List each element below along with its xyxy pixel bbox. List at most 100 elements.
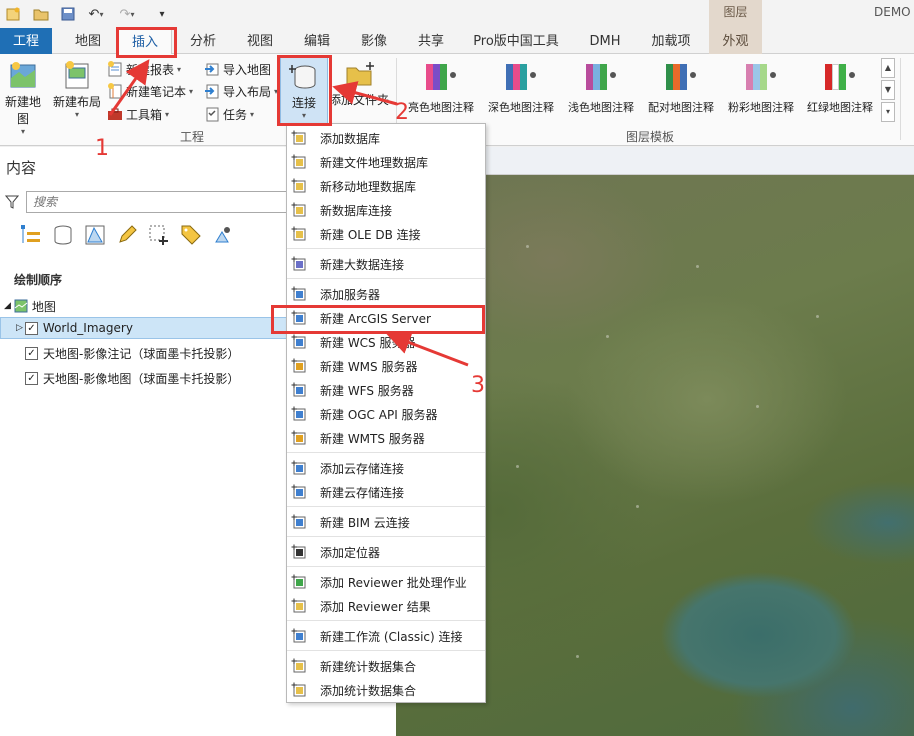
menu-item[interactable]: 新建 WFS 服务器 xyxy=(287,378,485,402)
template-color-swatch xyxy=(760,64,767,90)
menu-item[interactable]: 添加云存储连接 xyxy=(287,456,485,480)
tab-appearance[interactable]: 外观 xyxy=(709,28,762,54)
expand-arrow-icon[interactable]: ▷ xyxy=(16,323,23,333)
menu-item-label: 新建 WMS 服务器 xyxy=(320,359,418,374)
list-by-source-icon[interactable] xyxy=(52,224,74,246)
layer-template-label: 粉彩地图注释 xyxy=(728,101,794,114)
menu-item-label: 新移动地理数据库 xyxy=(320,179,417,194)
menu-item[interactable]: 新建 WMTS 服务器 xyxy=(287,426,485,450)
list-by-labeling-icon[interactable] xyxy=(180,224,202,246)
layer-template-item[interactable]: 粉彩地图注释 xyxy=(721,60,801,120)
gallery-scroll-up-button[interactable]: ▲ xyxy=(881,58,895,78)
template-swatch-icon xyxy=(481,60,561,93)
tab-pro-china-tools[interactable]: Pro版中国工具 xyxy=(466,28,566,54)
menu-item[interactable]: 新建文件地理数据库 xyxy=(287,150,485,174)
redo-icon[interactable]: ↷ ▾ xyxy=(115,5,139,23)
new-layout-dropdown-icon[interactable]: ▾ xyxy=(51,110,103,119)
layer-visibility-checkbox[interactable]: ✓ xyxy=(25,346,38,360)
list-by-snapping-icon[interactable] xyxy=(148,224,170,246)
layer-template-item[interactable]: 配对地图注释 xyxy=(641,60,721,120)
new-project-icon[interactable] xyxy=(4,5,22,23)
gallery-expand-button[interactable]: ▾ xyxy=(881,102,895,122)
template-color-swatch xyxy=(593,64,600,90)
template-swatch-icon xyxy=(641,60,721,93)
menu-item[interactable]: 新建 OGC API 服务器 xyxy=(287,402,485,426)
toolbox-label: 工具箱 xyxy=(126,107,163,122)
tasks-button[interactable]: 任务 ▾ xyxy=(204,104,254,124)
tab-view[interactable]: 视图 xyxy=(235,28,285,54)
menu-separator xyxy=(287,248,485,249)
menu-item[interactable]: 添加数据库 xyxy=(287,126,485,150)
menu-item[interactable]: 添加定位器 xyxy=(287,540,485,564)
layer-template-item[interactable]: 浅色地图注释 xyxy=(561,60,641,120)
tab-imagery[interactable]: 影像 xyxy=(349,28,399,54)
template-color-swatch xyxy=(440,64,447,90)
tab-share[interactable]: 共享 xyxy=(406,28,456,54)
list-by-editing-icon[interactable] xyxy=(116,224,138,246)
reviewer-results-icon xyxy=(291,598,306,613)
filter-icon[interactable] xyxy=(4,194,20,213)
list-by-perspective-imagery-icon[interactable] xyxy=(212,224,234,246)
menu-item[interactable]: 添加 Reviewer 结果 xyxy=(287,594,485,618)
import-layout-button[interactable]: 导入布局 ▾ xyxy=(204,81,278,101)
menu-item[interactable]: 新建云存储连接 xyxy=(287,480,485,504)
tab-analysis[interactable]: 分析 xyxy=(178,28,228,54)
open-project-icon[interactable] xyxy=(32,5,50,23)
menu-separator xyxy=(287,452,485,453)
tab-map[interactable]: 地图 xyxy=(63,28,113,54)
template-color-swatch xyxy=(520,64,527,90)
search-input[interactable] xyxy=(27,192,290,212)
template-color-swatch xyxy=(600,64,607,90)
layer-visibility-checkbox[interactable]: ✓ xyxy=(24,321,38,335)
save-icon[interactable] xyxy=(59,5,77,23)
menu-item[interactable]: 新建工作流 (Classic) 连接 xyxy=(287,624,485,648)
ribbon-separator-right xyxy=(900,58,901,140)
menu-separator xyxy=(287,506,485,507)
layer-template-item[interactable]: 红绿地图注释 xyxy=(800,60,880,120)
layer-visibility-checkbox[interactable]: ✓ xyxy=(25,371,38,385)
new-map-dropdown-icon[interactable]: ▾ xyxy=(0,127,46,136)
connect-dropdown-menu: 添加数据库 新建文件地理数据库新移动地理数据库 新数据库连接新建 OLE DB 连接… xyxy=(286,123,486,703)
menu-item[interactable]: 添加服务器 xyxy=(287,282,485,306)
layer-template-label: 亮色地图注释 xyxy=(408,101,474,114)
add-folder-icon xyxy=(328,60,390,91)
menu-item-label: 新建 WMTS 服务器 xyxy=(320,431,425,446)
layer-template-item[interactable]: 亮色地图注释 xyxy=(401,60,481,120)
template-color-swatch xyxy=(673,64,680,90)
menu-item[interactable]: 新建统计数据集合 xyxy=(287,654,485,678)
menu-item[interactable]: 新建 BIM 云连接 xyxy=(287,510,485,534)
menu-item[interactable]: 新建 WMS 服务器 xyxy=(287,354,485,378)
menu-item-label: 新数据库连接 xyxy=(320,203,393,218)
add-folder-button[interactable]: 添加文件夹 xyxy=(328,60,390,108)
template-swatch-icon xyxy=(401,60,481,93)
tab-dmh[interactable]: DMH xyxy=(580,28,630,54)
collapse-arrow-icon[interactable]: ◢ xyxy=(4,301,11,311)
new-map-button[interactable]: 新建地图 ▾ xyxy=(0,60,46,136)
customize-quick-access-icon[interactable]: ▾ xyxy=(153,5,171,23)
add-folder-label: 添加文件夹 xyxy=(328,93,389,107)
menu-item[interactable]: 添加 Reviewer 批处理作业 xyxy=(287,570,485,594)
menu-item[interactable]: 添加统计数据集合 xyxy=(287,678,485,702)
layer-template-item[interactable]: 深色地图注释 xyxy=(481,60,561,120)
new-report-button[interactable]: 新建报表 ▾ xyxy=(107,59,181,79)
new-notebook-button[interactable]: 新建笔记本 ▾ xyxy=(107,81,193,101)
new-layout-button[interactable]: 新建布局 ▾ xyxy=(51,60,103,119)
undo-icon[interactable]: ↶ ▾ xyxy=(84,5,108,23)
new-report-label: 新建报表 xyxy=(126,62,175,77)
menu-item[interactable]: 新建 OLE DB 连接 xyxy=(287,222,485,246)
menu-item[interactable]: 新建大数据连接 xyxy=(287,252,485,276)
tab-project[interactable]: 工程 xyxy=(0,28,52,54)
menu-item[interactable]: 新数据库连接 xyxy=(287,198,485,222)
layer-template-label: 深色地图注释 xyxy=(488,101,554,114)
search-box[interactable] xyxy=(26,191,291,213)
tab-add-ins[interactable]: 加载项 xyxy=(640,28,702,54)
gallery-scroll-down-button[interactable]: ▼ xyxy=(881,80,895,100)
import-map-icon xyxy=(205,63,219,76)
list-by-selection-icon[interactable] xyxy=(84,224,106,246)
list-by-drawing-order-icon[interactable] xyxy=(20,224,42,246)
tab-edit[interactable]: 编辑 xyxy=(292,28,342,54)
toolbox-button[interactable]: 工具箱 ▾ xyxy=(107,104,169,124)
menu-item[interactable]: 新移动地理数据库 xyxy=(287,174,485,198)
annotation-step-3: 3 xyxy=(471,373,485,398)
import-map-button[interactable]: 导入地图 xyxy=(204,59,271,79)
